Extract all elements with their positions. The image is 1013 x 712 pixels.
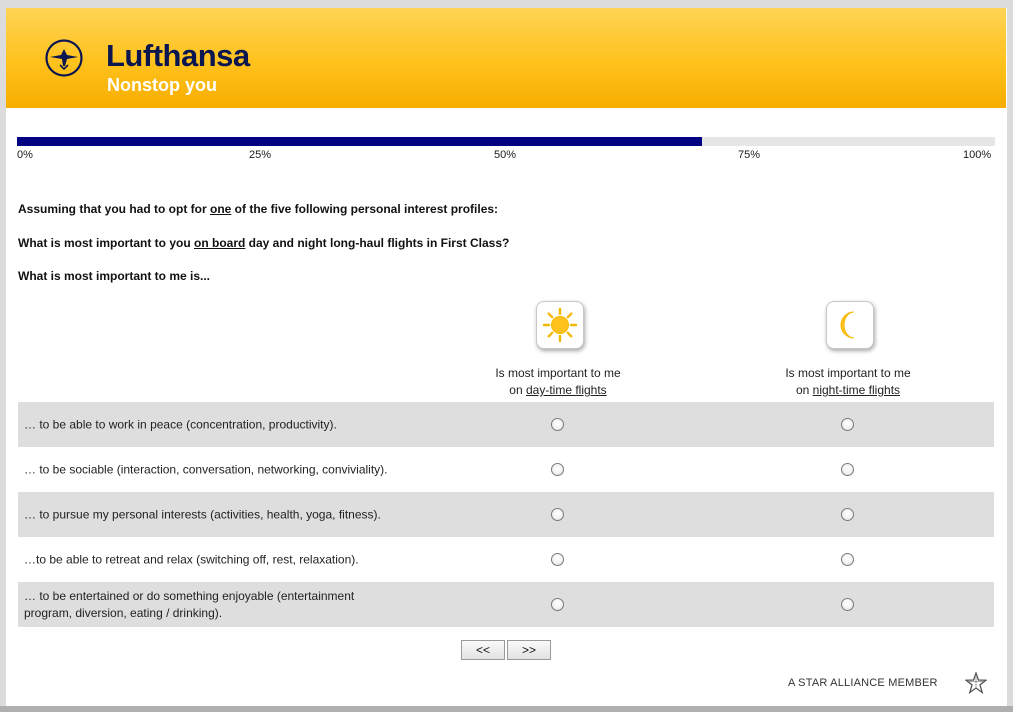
survey-question-text: What is most important to you: [18, 236, 194, 250]
day-column-icon-box: [536, 301, 584, 349]
table-row: … to be sociable (interaction, conversat…: [18, 447, 994, 492]
night-column-icon-box: [826, 301, 874, 349]
moon-icon: [840, 311, 855, 339]
radio-day-sociable[interactable]: [551, 462, 564, 476]
survey-intro-emphasis: one: [210, 202, 232, 216]
row-label: … to be entertained or do something enjo…: [24, 588, 355, 620]
brand-slogan: Nonstop you: [107, 75, 217, 95]
star-alliance-text: A STAR ALLIANCE MEMBER: [788, 677, 938, 689]
next-button[interactable]: >>: [507, 640, 551, 660]
row-label: … to be sociable (interaction, conversat…: [24, 462, 388, 476]
progress-label-75: 75%: [738, 149, 761, 161]
row-label: …to be able to retreat and relax (switch…: [24, 552, 359, 566]
survey-question-text-end: day and night long-haul flights in First…: [245, 236, 510, 250]
survey-intro-text-end: of the five following personal interest …: [231, 202, 499, 216]
radio-night-entertained[interactable]: [841, 597, 854, 611]
survey-intro-text: Assuming that you had to opt for: [18, 202, 210, 216]
radio-day-relax[interactable]: [551, 552, 564, 566]
progress-bar-fill: [17, 137, 702, 146]
day-column-header-line1: Is most important to me: [495, 366, 621, 380]
radio-night-work[interactable]: [841, 417, 854, 431]
progress-label-25: 25%: [249, 149, 272, 161]
radio-day-entertained[interactable]: [551, 597, 564, 611]
day-column-header-prefix: on: [509, 383, 526, 397]
table-row: … to be entertained or do something enjo…: [18, 582, 994, 627]
table-row: …to be able to retreat and relax (switch…: [18, 537, 994, 582]
survey-question-emphasis: on board: [194, 236, 246, 250]
survey-intro: Assuming that you had to opt for one of …: [18, 202, 498, 216]
day-column-header-emphasis: day-time flights: [525, 383, 607, 397]
radio-night-relax[interactable]: [841, 552, 854, 566]
radio-night-interests[interactable]: [841, 507, 854, 521]
radio-day-interests[interactable]: [551, 507, 564, 521]
radio-day-work[interactable]: [551, 417, 564, 431]
progress-bar: [17, 137, 995, 146]
survey-lead-in: What is most important to me is...: [18, 269, 211, 283]
progress-label-100: 100%: [963, 149, 992, 161]
brand-name: Lufthansa: [106, 38, 250, 73]
progress-label-0: 0%: [17, 149, 33, 161]
row-label: … to pursue my personal interests (activ…: [24, 507, 381, 521]
sun-icon: [542, 307, 578, 343]
night-column-header-prefix: on: [795, 383, 813, 397]
table-row: … to be able to work in peace (concentra…: [18, 402, 994, 447]
night-column-header-line2: on night-time flights: [718, 382, 978, 399]
day-column-header-line2: on day-time flights: [428, 382, 688, 399]
star-alliance-icon: [965, 672, 987, 694]
crane-logo-icon: [45, 39, 83, 77]
progress-label-50: 50%: [494, 149, 517, 161]
night-column-header-line1: Is most important to me: [785, 366, 911, 380]
table-row: … to pursue my personal interests (activ…: [18, 492, 994, 537]
window-bottom-edge: [0, 706, 1013, 712]
survey-question: What is most important to you on board d…: [18, 236, 509, 250]
row-label: … to be able to work in peace (concentra…: [24, 417, 337, 431]
night-column-header: Is most important to me on night-time fl…: [718, 365, 978, 399]
radio-night-sociable[interactable]: [841, 462, 854, 476]
night-column-header-emphasis: night-time flights: [812, 383, 901, 397]
back-button[interactable]: <<: [461, 640, 505, 660]
brand-header: Lufthansa Nonstop you: [6, 8, 1006, 108]
day-column-header: Is most important to me on day-time flig…: [428, 365, 688, 399]
